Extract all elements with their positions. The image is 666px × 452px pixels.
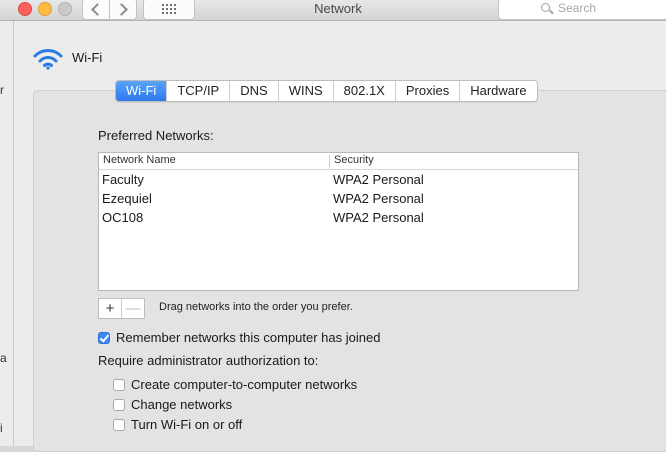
window-titlebar: Network Search — [0, 0, 666, 21]
toggle-wifi-option[interactable]: Turn Wi-Fi on or off — [113, 417, 242, 432]
preferred-networks-label: Preferred Networks: — [98, 128, 214, 143]
column-network-name[interactable]: Network Name — [103, 154, 176, 166]
tab-tcpip[interactable]: TCP/IP — [167, 81, 231, 101]
table-row[interactable]: Ezequiel WPA2 Personal — [99, 189, 578, 208]
background-window-edge: r a i — [0, 21, 14, 446]
tab-wins[interactable]: WINS — [279, 81, 334, 101]
background-text-fragment: r — [0, 83, 4, 97]
background-text-fragment: a — [0, 351, 7, 365]
background-text-fragment: i — [0, 421, 3, 435]
tab-proxies[interactable]: Proxies — [396, 81, 461, 101]
network-sheet: Wi-Fi Wi-Fi TCP/IP DNS WINS 802.1X Proxi… — [14, 21, 666, 452]
network-name: OC108 — [102, 210, 144, 225]
page-title: Wi-Fi — [72, 50, 103, 65]
create-networks-label: Create computer-to-computer networks — [131, 377, 358, 392]
table-header: Network Name Security — [99, 153, 578, 170]
column-divider — [329, 155, 330, 167]
remove-network-button[interactable]: — — [121, 299, 144, 318]
network-security: WPA2 Personal — [333, 191, 424, 206]
search-placeholder: Search — [558, 1, 597, 15]
toggle-wifi-checkbox[interactable] — [113, 418, 125, 431]
change-networks-checkbox[interactable] — [113, 398, 125, 411]
tab-hardware[interactable]: Hardware — [460, 81, 536, 101]
network-name: Ezequiel — [102, 191, 152, 206]
tab-bar: Wi-Fi TCP/IP DNS WINS 802.1X Proxies Har… — [115, 80, 538, 102]
column-security[interactable]: Security — [334, 154, 374, 166]
table-row[interactable]: OC108 WPA2 Personal — [99, 208, 578, 227]
tab-dns[interactable]: DNS — [230, 81, 279, 101]
admin-auth-label: Require administrator authorization to: — [98, 353, 319, 368]
table-row[interactable]: Faculty WPA2 Personal — [99, 170, 578, 189]
search-field[interactable]: Search — [498, 0, 666, 20]
create-networks-checkbox[interactable] — [113, 378, 125, 391]
tab-wifi[interactable]: Wi-Fi — [116, 81, 168, 101]
toggle-wifi-label: Turn Wi-Fi on or off — [131, 417, 243, 432]
add-remove-control: + — — [98, 298, 145, 319]
search-icon — [541, 3, 550, 12]
change-networks-option[interactable]: Change networks — [113, 397, 232, 412]
change-networks-label: Change networks — [131, 397, 233, 412]
create-networks-option[interactable]: Create computer-to-computer networks — [113, 377, 357, 392]
network-name: Faculty — [102, 172, 144, 187]
remember-networks-option[interactable]: Remember networks this computer has join… — [98, 330, 380, 345]
remember-networks-checkbox[interactable] — [98, 331, 110, 344]
remember-networks-label: Remember networks this computer has join… — [116, 330, 381, 345]
add-network-button[interactable]: + — [99, 299, 121, 318]
tab-8021x[interactable]: 802.1X — [334, 81, 396, 101]
preferred-networks-table[interactable]: Network Name Security Faculty WPA2 Perso… — [98, 152, 579, 291]
network-security: WPA2 Personal — [333, 172, 424, 187]
drag-hint: Drag networks into the order you prefer. — [159, 301, 353, 313]
wifi-icon — [33, 49, 63, 70]
network-security: WPA2 Personal — [333, 210, 424, 225]
